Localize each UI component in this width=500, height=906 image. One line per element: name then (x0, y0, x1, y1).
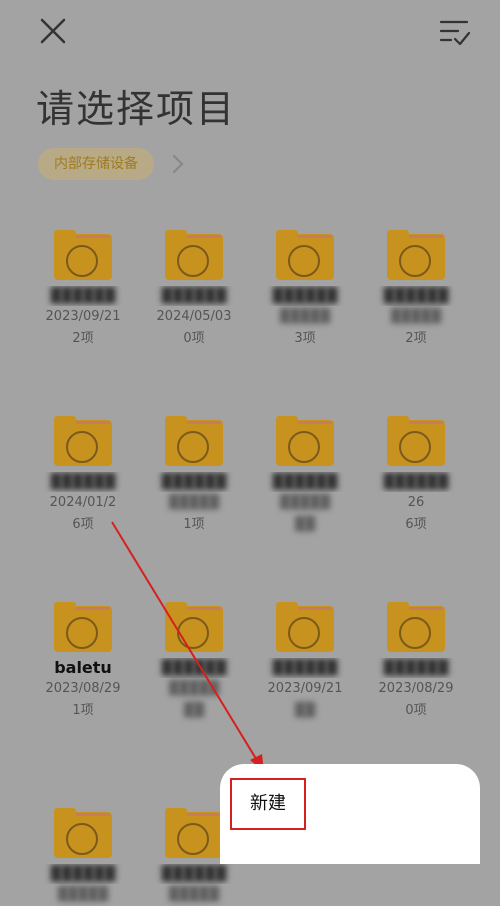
folder-count: 1项 (183, 517, 205, 532)
folder-item[interactable]: ██████ █████ (28, 800, 138, 906)
folder-date: █████ (58, 887, 108, 902)
folder-item[interactable]: ██████ 26 6项 (361, 408, 471, 536)
folder-icon (165, 808, 223, 858)
folder-item[interactable]: ██████ █████ 2项 (361, 222, 471, 350)
folder-name: ██████ (272, 660, 338, 676)
close-icon[interactable] (36, 14, 70, 48)
folder-icon (276, 416, 334, 466)
folder-date: █████ (169, 495, 219, 510)
new-menu-popup: 新建 (220, 764, 480, 864)
folder-date: 2023/08/29 (378, 681, 454, 696)
folder-count: 1项 (72, 703, 94, 718)
folder-item[interactable]: ██████ █████ ██ (250, 408, 360, 536)
folder-date: 2023/09/21 (45, 309, 121, 324)
folder-date: 2024/05/03 (156, 309, 232, 324)
folder-date: 2024/01/2 (49, 495, 117, 510)
new-button[interactable]: 新建 (230, 778, 306, 830)
folder-item[interactable]: ██████ 2023/08/29 0项 (361, 594, 471, 722)
folder-name: ██████ (161, 866, 227, 882)
folder-item[interactable]: ██████ 2024/01/2 6项 (28, 408, 138, 536)
folder-name: ██████ (383, 474, 449, 490)
folder-count: ██ (295, 703, 315, 718)
folder-name: ██████ (50, 288, 116, 304)
top-bar (0, 0, 500, 70)
folder-count: 6项 (405, 517, 427, 532)
page-title: 请选择项目 (36, 87, 237, 131)
folder-name: ██████ (50, 866, 116, 882)
folder-icon (54, 416, 112, 466)
breadcrumb-internal-storage[interactable]: 内部存储设备 (38, 148, 154, 180)
folder-name: ██████ (50, 474, 116, 490)
folder-date: █████ (169, 681, 219, 696)
folder-item[interactable]: ██████ █████ 3项 (250, 222, 360, 350)
folder-icon (165, 416, 223, 466)
folder-count: ██ (184, 703, 204, 718)
folder-count: 2项 (72, 331, 94, 346)
folder-item[interactable]: ██████ 2023/09/21 ██ (250, 594, 360, 722)
folder-name: ██████ (161, 660, 227, 676)
folder-item[interactable]: ██████ █████ 1项 (139, 408, 249, 536)
folder-name: ██████ (383, 660, 449, 676)
folder-name: ██████ (272, 474, 338, 490)
folder-item[interactable]: ██████ 2023/09/21 2项 (28, 222, 138, 350)
chevron-right-icon (172, 154, 184, 174)
folder-icon (54, 808, 112, 858)
folder-count: 6项 (72, 517, 94, 532)
folder-date: █████ (280, 495, 330, 510)
folder-date: █████ (169, 887, 219, 902)
folder-icon (276, 230, 334, 280)
folder-icon (387, 602, 445, 652)
folder-icon (387, 230, 445, 280)
folder-name: baletu (54, 658, 112, 677)
folder-name: ██████ (272, 288, 338, 304)
folder-name: ██████ (161, 474, 227, 490)
folder-item[interactable]: baletu 2023/08/29 1项 (28, 594, 138, 722)
folder-date: █████ (391, 309, 441, 324)
folder-date: 2023/09/21 (267, 681, 343, 696)
folder-name: ██████ (161, 288, 227, 304)
folder-count: 0项 (183, 331, 205, 346)
folder-icon (276, 602, 334, 652)
folder-count: 0项 (405, 703, 427, 718)
folder-date: 26 (407, 495, 425, 510)
folder-count: 3项 (294, 331, 316, 346)
folder-icon (54, 602, 112, 652)
folder-icon (54, 230, 112, 280)
folder-count: ██ (295, 517, 315, 532)
folder-date: 2023/08/29 (45, 681, 121, 696)
folder-icon (165, 602, 223, 652)
sort-check-icon[interactable] (436, 14, 472, 50)
folder-date: █████ (280, 309, 330, 324)
folder-item[interactable]: ██████ █████ ██ (139, 594, 249, 722)
folder-item[interactable]: ██████ 2024/05/03 0项 (139, 222, 249, 350)
folder-name: ██████ (383, 288, 449, 304)
folder-icon (165, 230, 223, 280)
folder-count: 2项 (405, 331, 427, 346)
folder-icon (387, 416, 445, 466)
